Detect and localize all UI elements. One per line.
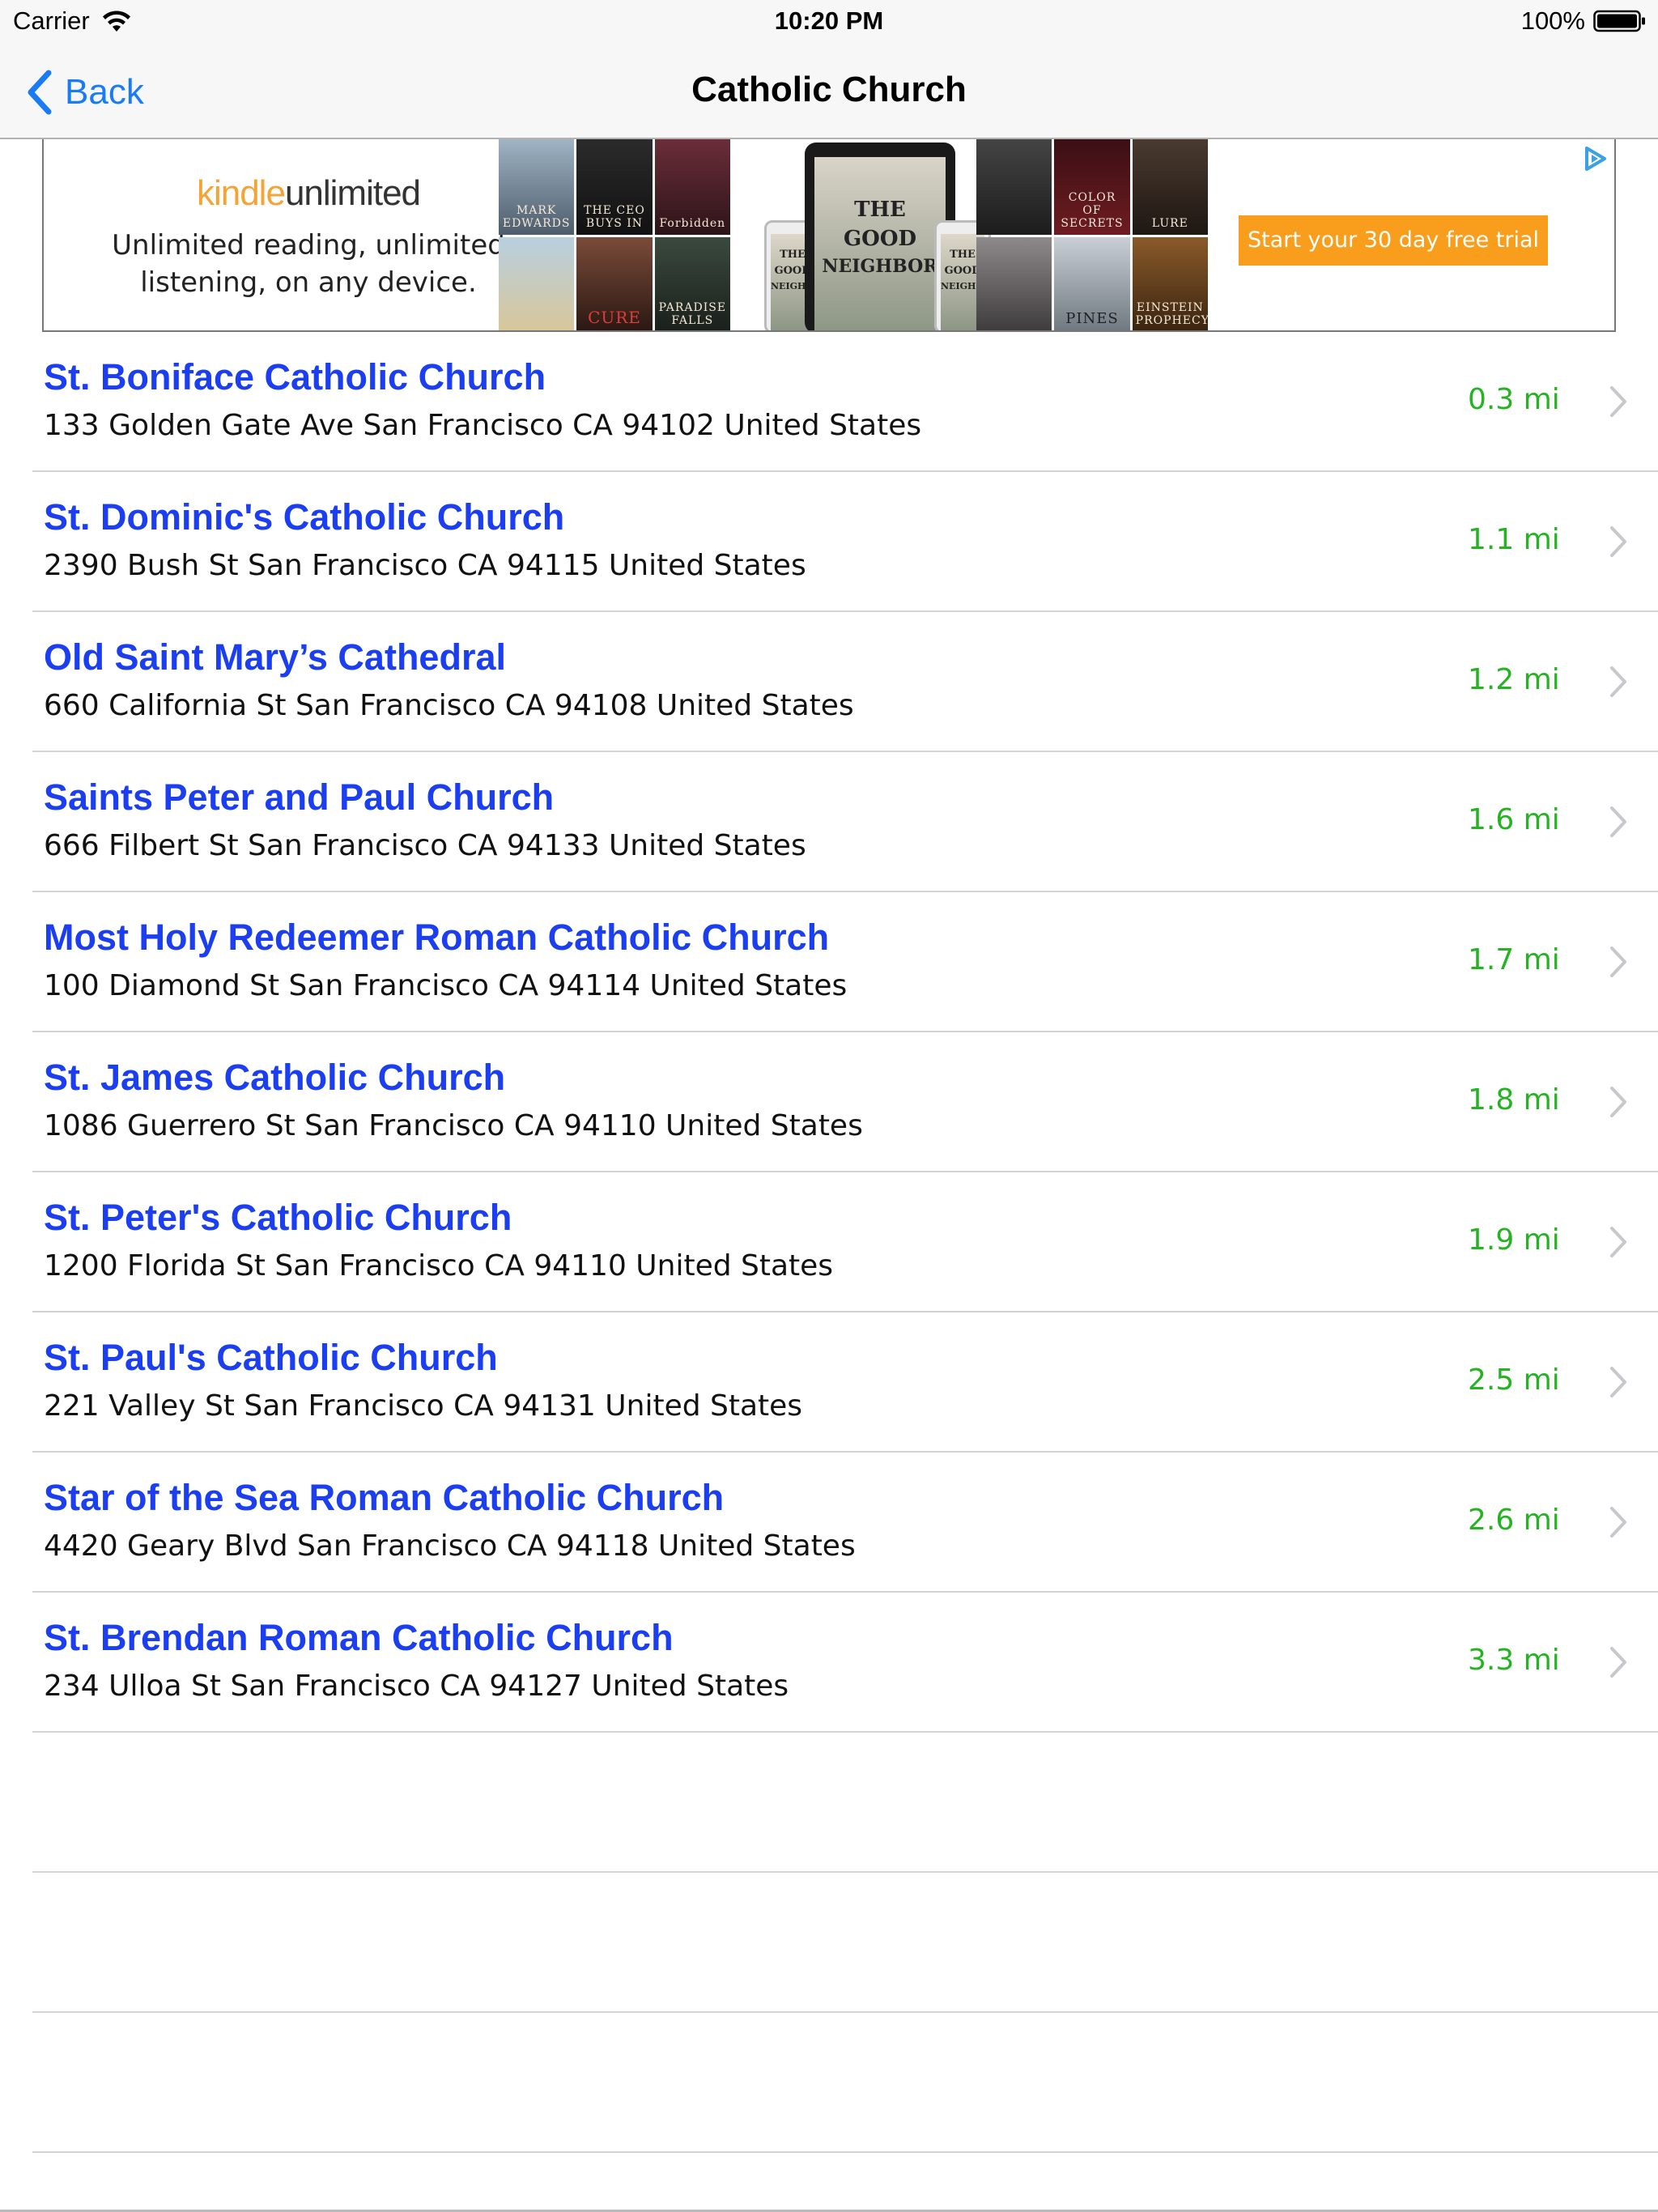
status-time: 10:20 PM xyxy=(774,6,884,35)
book-cover: PINES xyxy=(1054,236,1130,330)
church-name: St. Paul's Catholic Church xyxy=(44,1337,498,1378)
book-cover: CURE xyxy=(576,236,653,330)
ad-cta-button[interactable]: Start your 30 day free trial xyxy=(1239,215,1548,266)
church-distance: 1.6 mi xyxy=(1468,803,1560,836)
church-name: Saints Peter and Paul Church xyxy=(44,776,555,818)
church-name: St. James Catholic Church xyxy=(44,1057,506,1098)
church-name: Star of the Sea Roman Catholic Church xyxy=(44,1477,725,1518)
ad-book-covers-right: COLOR OF SECRETS LURE PINES EINSTEIN PRO… xyxy=(976,139,1208,330)
battery-icon xyxy=(1593,10,1645,32)
book-cover: COLOR OF SECRETS xyxy=(1054,139,1130,235)
church-address: 221 Valley St San Francisco CA 94131 Uni… xyxy=(44,1389,803,1423)
book-cover: LURE xyxy=(1132,139,1208,235)
empty-row xyxy=(32,2013,1658,2153)
ad-banner[interactable]: kindleunlimited Unlimited reading, unlim… xyxy=(42,139,1616,332)
page-title: Catholic Church xyxy=(691,70,967,109)
navigation-bar: Back Catholic Church xyxy=(0,45,1658,139)
church-name: St. Brendan Roman Catholic Church xyxy=(44,1617,674,1658)
book-cover: Forbidden xyxy=(654,139,730,235)
church-distance: 1.1 mi xyxy=(1468,523,1560,556)
church-address: 4420 Geary Blvd San Francisco CA 94118 U… xyxy=(44,1529,856,1563)
ad-device-image: THE GOOD NEIGHBOR THE GOOD NEIGHBOR THE GOO… xyxy=(764,139,999,330)
church-distance: 1.9 mi xyxy=(1468,1223,1560,1257)
empty-row xyxy=(32,1733,1658,1873)
ad-book-covers-left: MARK EDWARDS THE CEO BUYS IN Forbidden C… xyxy=(499,139,730,330)
ad-tagline: Unlimited reading, unlimited listening, … xyxy=(112,229,505,299)
status-right: 100% xyxy=(1521,6,1647,36)
chevron-right-icon xyxy=(1610,1507,1626,1538)
book-cover: PARADISE FALLS xyxy=(654,236,730,330)
church-name: St. Peter's Catholic Church xyxy=(44,1197,512,1238)
chevron-right-icon xyxy=(1610,1367,1626,1397)
table-row[interactable]: Saints Peter and Paul Church 666 Filbert… xyxy=(32,752,1658,892)
adchoices-icon[interactable] xyxy=(1580,144,1609,173)
chevron-right-icon xyxy=(1610,1087,1626,1117)
church-address: 660 California St San Francisco CA 94108… xyxy=(44,689,854,722)
chevron-right-icon xyxy=(1610,666,1626,697)
church-address: 2390 Bush St San Francisco CA 94115 Unit… xyxy=(44,549,806,582)
book-cover xyxy=(976,236,1052,330)
church-distance: 1.2 mi xyxy=(1468,663,1560,696)
chevron-right-icon xyxy=(1610,526,1626,557)
chevron-right-icon xyxy=(1610,1647,1626,1678)
church-address: 133 Golden Gate Ave San Francisco CA 941… xyxy=(44,409,922,442)
table-row[interactable]: Most Holy Redeemer Roman Catholic Church… xyxy=(32,892,1658,1032)
book-cover: EINSTEIN PROPHECY xyxy=(1132,236,1208,330)
battery-percent: 100% xyxy=(1520,6,1585,35)
table-row[interactable]: Old Saint Mary’s Cathedral 660 Californi… xyxy=(32,612,1658,752)
chevron-right-icon xyxy=(1610,806,1626,837)
chevron-right-icon xyxy=(1610,386,1626,417)
church-distance: 1.7 mi xyxy=(1468,943,1560,976)
chevron-right-icon xyxy=(1610,946,1626,977)
church-distance: 2.5 mi xyxy=(1468,1363,1560,1397)
church-address: 234 Ulloa St San Francisco CA 94127 Unit… xyxy=(44,1670,789,1703)
book-cover xyxy=(499,236,575,330)
church-distance: 1.8 mi xyxy=(1468,1083,1560,1117)
table-row[interactable]: St. Brendan Roman Catholic Church 234 Ul… xyxy=(32,1593,1658,1733)
church-address: 100 Diamond St San Francisco CA 94114 Un… xyxy=(44,969,848,1002)
empty-row xyxy=(32,1873,1658,2013)
church-name: Old Saint Mary’s Cathedral xyxy=(44,636,506,678)
church-distance: 3.3 mi xyxy=(1468,1644,1560,1677)
table-row[interactable]: St. Paul's Catholic Church 221 Valley St… xyxy=(32,1312,1658,1453)
chevron-right-icon xyxy=(1610,1227,1626,1257)
table-row[interactable]: Star of the Sea Roman Catholic Church 44… xyxy=(32,1453,1658,1593)
church-name: St. Dominic's Catholic Church xyxy=(44,496,565,538)
church-distance: 2.6 mi xyxy=(1468,1504,1560,1537)
church-address: 666 Filbert St San Francisco CA 94133 Un… xyxy=(44,829,806,862)
book-cover: THE CEO BUYS IN xyxy=(576,139,653,235)
church-distance: 0.3 mi xyxy=(1468,383,1560,416)
table-row[interactable]: St. Dominic's Catholic Church 2390 Bush … xyxy=(32,472,1658,612)
church-address: 1200 Florida St San Francisco CA 94110 U… xyxy=(44,1249,834,1283)
church-name: Most Holy Redeemer Roman Catholic Church xyxy=(44,917,830,958)
status-bar: Carrier 10:20 PM 100% xyxy=(0,0,1658,45)
table-row[interactable]: St. Peter's Catholic Church 1200 Florida… xyxy=(32,1172,1658,1312)
book-cover: MARK EDWARDS xyxy=(499,139,575,235)
church-list: St. Boniface Catholic Church 133 Golden … xyxy=(0,332,1658,2153)
ad-brand-logo: kindleunlimited xyxy=(196,173,421,213)
table-row[interactable]: St. Boniface Catholic Church 133 Golden … xyxy=(32,332,1658,472)
table-row[interactable]: St. James Catholic Church 1086 Guerrero … xyxy=(32,1032,1658,1172)
church-name: St. Boniface Catholic Church xyxy=(44,356,546,398)
book-cover xyxy=(976,139,1052,235)
church-address: 1086 Guerrero St San Francisco CA 94110 … xyxy=(44,1109,863,1142)
